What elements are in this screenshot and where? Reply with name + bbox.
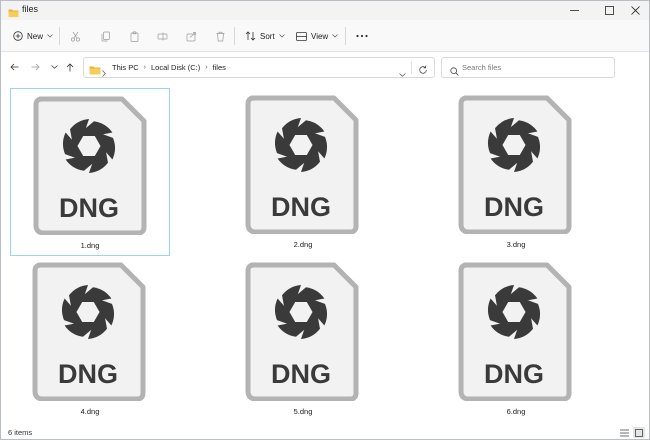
window-title: files [22,4,39,14]
chevron-down-icon [50,65,58,69]
sort-icon [245,31,256,41]
search-box[interactable] [441,57,615,78]
item-count: 6 items [8,428,33,437]
plus-circle-icon [13,31,23,41]
file-name: 1.dng [80,241,100,250]
file-item[interactable]: DNG 3.dng [436,88,596,256]
refresh-icon [419,65,427,74]
chevron-right-icon: › [143,64,147,71]
file-item[interactable]: DNG 5.dng [223,255,383,423]
forward-button[interactable] [26,58,44,76]
file-name: 4.dng [80,407,100,416]
dng-file-icon: DNG [244,94,362,239]
details-view-icon [619,429,629,436]
file-item[interactable]: DNG 1.dng [10,88,170,256]
navigation-bar: This PC › Local Disk (C:) › files [1,53,649,81]
file-name: 2.dng [293,240,313,249]
file-type-label: DNG [59,193,119,223]
file-item[interactable]: DNG 2.dng [223,88,383,256]
chevron-down-icon [399,73,406,77]
cut-icon [71,31,80,41]
file-type-label: DNG [484,359,544,389]
breadcrumb-this-pc[interactable]: This PC [112,63,139,72]
dng-file-icon: DNG [244,261,362,406]
refresh-button[interactable] [418,62,428,80]
share-button[interactable] [186,27,197,45]
arrow-up-icon [66,62,74,71]
share-icon [186,31,196,41]
address-divider [411,61,412,74]
address-bar[interactable]: This PC › Local Disk (C:) › files [83,57,435,78]
delete-button[interactable] [215,27,226,45]
minimize-icon [569,10,579,11]
file-item[interactable]: DNG 4.dng [10,255,170,423]
chevron-down-icon [278,34,285,38]
toolbar-divider [59,27,60,45]
dng-file-icon: DNG [457,94,575,239]
view-label: View [311,31,329,41]
chevron-right-icon [102,64,106,82]
file-type-label: DNG [271,359,331,389]
copy-icon [101,31,110,41]
breadcrumb-files[interactable]: files [213,63,226,72]
command-bar: New Sort View [1,20,649,52]
rename-button[interactable] [157,27,168,45]
view-button[interactable]: View [296,27,338,45]
file-type-label: DNG [484,192,544,222]
dng-file-icon: DNG [32,95,150,240]
dng-file-icon: DNG [457,261,575,406]
breadcrumb: This PC › Local Disk (C:) › files [112,63,226,72]
delete-icon [216,31,225,41]
close-button[interactable] [620,1,649,20]
file-explorer-window: files New Sort View This PC › Local Disk… [0,0,650,440]
search-icon [450,63,459,81]
toolbar-divider [345,27,346,45]
minimize-button[interactable] [559,1,589,20]
large-icons-view-button[interactable] [633,427,645,438]
toolbar-divider [234,27,235,45]
chevron-right-icon: › [205,64,208,71]
view-icon [296,31,307,41]
paste-button[interactable] [129,27,140,45]
chevron-down-icon [332,34,338,38]
file-type-label: DNG [58,359,118,389]
back-button[interactable] [5,58,23,76]
folder-icon [89,62,101,80]
more-icon [356,34,368,38]
chevron-down-icon [47,34,53,38]
paste-icon [130,30,139,42]
new-label: New [27,31,44,41]
status-bar: 6 items [1,425,649,439]
dng-file-icon: DNG [31,261,149,406]
breadcrumb-local-disk[interactable]: Local Disk (C:) [151,63,200,72]
maximize-icon [604,6,614,15]
file-name: 5.dng [293,407,313,416]
search-input[interactable] [462,61,607,74]
new-button[interactable]: New [13,27,53,45]
large-icons-view-icon [635,428,643,437]
rename-icon [157,32,168,40]
sort-button[interactable]: Sort [245,27,285,45]
title-bar[interactable]: files [1,1,649,20]
details-view-button[interactable] [618,427,630,438]
see-more-button[interactable] [356,27,368,45]
arrow-right-icon [31,63,40,71]
file-type-label: DNG [271,192,331,222]
arrow-left-icon [9,63,18,71]
up-button[interactable] [61,58,79,76]
sort-label: Sort [260,31,275,41]
file-list: DNG 1.dng DNG 2.dng DNG 3.dng DNG 4.dng … [1,82,649,425]
address-dropdown-button[interactable] [399,64,406,82]
close-icon [630,6,640,15]
cut-button[interactable] [70,27,81,45]
file-item[interactable]: DNG 6.dng [436,255,596,423]
copy-button[interactable] [100,27,111,45]
file-name: 3.dng [506,240,526,249]
file-name: 6.dng [506,407,526,416]
